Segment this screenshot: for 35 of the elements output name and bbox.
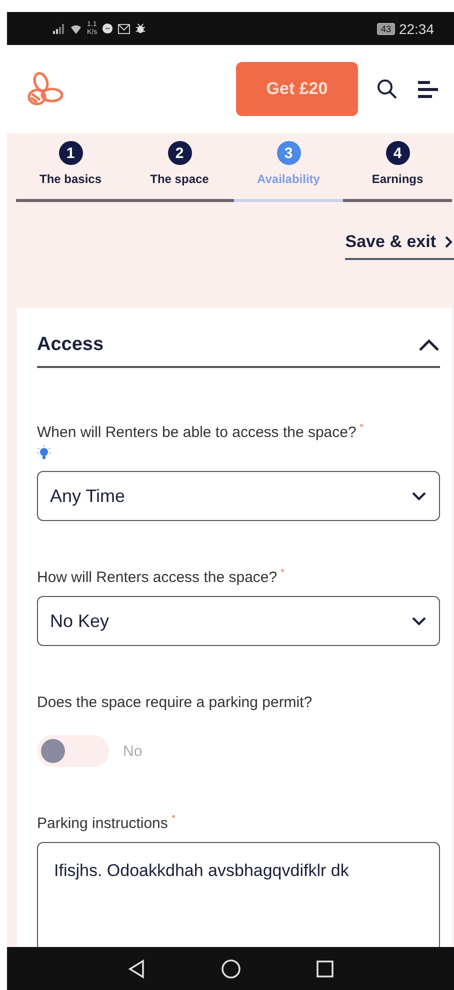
step-tab[interactable]: 2 The space: [125, 141, 234, 202]
step-number: 3: [276, 141, 300, 165]
step-tab[interactable]: 1 The basics: [16, 141, 125, 202]
search-icon[interactable]: [376, 78, 398, 100]
step-number: 1: [58, 141, 82, 165]
field-label: When will Renters be able to access the space?: [37, 424, 356, 441]
clock: 22:34: [398, 20, 434, 36]
home-icon[interactable]: [220, 958, 240, 978]
signal-icon: [53, 24, 65, 34]
toggle-value: No: [123, 742, 142, 760]
menu-icon[interactable]: [416, 79, 440, 99]
mail-icon: [118, 24, 130, 34]
wifi-icon: [70, 24, 82, 34]
toggle-switch[interactable]: [37, 735, 109, 767]
section-header[interactable]: Access: [37, 328, 440, 368]
messenger-icon: [102, 23, 114, 34]
chevron-up-icon: [418, 338, 440, 352]
step-number: 2: [168, 141, 192, 165]
field-label: Parking instructions: [37, 815, 168, 832]
dropdown[interactable]: No Key: [37, 596, 440, 646]
step-number: 4: [386, 141, 410, 165]
recents-icon[interactable]: [316, 960, 334, 978]
field-label: How will Renters access the space?: [37, 569, 278, 586]
save-exit-link[interactable]: Save & exit: [345, 232, 454, 260]
lightbulb-icon[interactable]: [37, 445, 51, 461]
bug-icon: [135, 23, 146, 34]
field-label: Does the space require a parking permit?: [37, 694, 312, 711]
battery-level: 43: [380, 24, 391, 34]
chevron-down-icon: [411, 491, 427, 501]
back-icon[interactable]: [128, 958, 146, 978]
logo-icon: [27, 71, 65, 107]
dropdown[interactable]: Any Time: [37, 471, 440, 521]
chevron-right-icon: [444, 235, 454, 249]
chevron-down-icon: [411, 616, 427, 626]
step-tab[interactable]: 4 Earnings: [343, 141, 452, 202]
